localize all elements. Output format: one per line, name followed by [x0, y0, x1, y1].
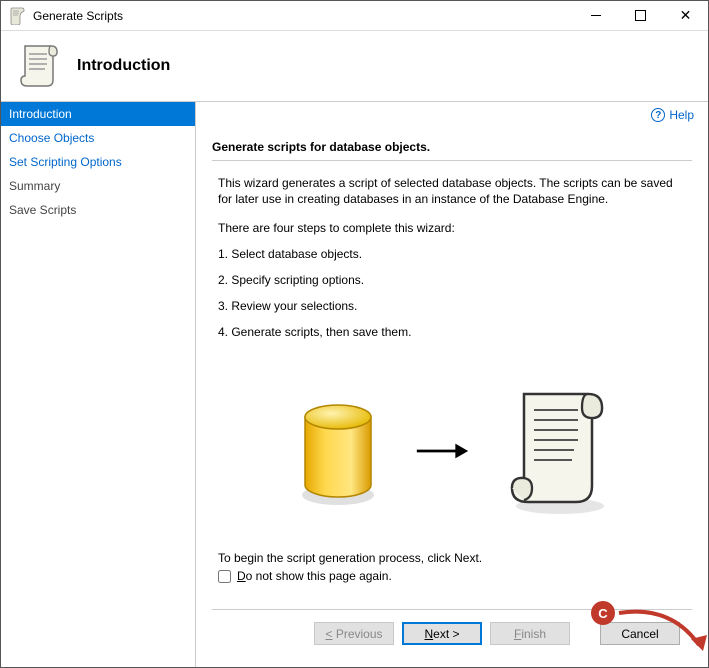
step-1: 1. Select database objects. [218, 247, 692, 261]
wizard-body: Introduction Choose Objects Set Scriptin… [1, 101, 708, 667]
intro-text: This wizard generates a script of select… [212, 175, 692, 207]
content-heading: Generate scripts for database objects. [212, 140, 692, 154]
wizard-sidebar: Introduction Choose Objects Set Scriptin… [1, 102, 196, 667]
sidebar-item-summary[interactable]: Summary [1, 174, 195, 198]
next-button[interactable]: Next > [402, 622, 482, 645]
button-bar: < Previous Next > Finish Cancel [212, 609, 692, 657]
help-icon: ? [651, 108, 665, 122]
illustration [212, 381, 692, 521]
maximize-button[interactable] [618, 1, 663, 30]
help-label: Help [669, 108, 694, 122]
steps-intro: There are four steps to complete this wi… [212, 221, 692, 235]
sidebar-item-save-scripts[interactable]: Save Scripts [1, 198, 195, 222]
previous-button: < Previous [314, 622, 394, 645]
close-button[interactable]: ✕ [663, 1, 708, 30]
wizard-content: ? Help Generate scripts for database obj… [196, 102, 708, 667]
wizard-header: Introduction [1, 31, 708, 101]
divider [212, 160, 692, 161]
window-title: Generate Scripts [33, 9, 573, 23]
sidebar-item-choose-objects[interactable]: Choose Objects [1, 126, 195, 150]
finish-button: Finish [490, 622, 570, 645]
sidebar-item-introduction[interactable]: Introduction [1, 102, 195, 126]
window-controls: ✕ [573, 1, 708, 30]
do-not-show-row[interactable]: Do not show this page again. [212, 569, 692, 583]
page-title: Introduction [77, 57, 170, 75]
do-not-show-checkbox[interactable] [218, 570, 231, 583]
cancel-button[interactable]: Cancel [600, 622, 680, 645]
help-link[interactable]: ? Help [651, 108, 694, 122]
do-not-show-label: Do not show this page again. [237, 569, 392, 583]
title-bar: Generate Scripts ✕ [1, 1, 708, 31]
step-3: 3. Review your selections. [218, 299, 692, 313]
step-2: 2. Specify scripting options. [218, 273, 692, 287]
arrow-icon [415, 439, 470, 463]
footer-text: To begin the script generation process, … [212, 551, 692, 565]
wizard-window: Generate Scripts ✕ Introduction Introduc… [0, 0, 709, 668]
app-icon [9, 7, 27, 25]
scroll-icon [19, 42, 61, 90]
sidebar-item-scripting-options[interactable]: Set Scripting Options [1, 150, 195, 174]
script-icon [502, 386, 612, 516]
step-4: 4. Generate scripts, then save them. [218, 325, 692, 339]
steps-list: 1. Select database objects. 2. Specify s… [212, 247, 692, 351]
database-icon [293, 391, 383, 511]
minimize-button[interactable] [573, 1, 618, 30]
